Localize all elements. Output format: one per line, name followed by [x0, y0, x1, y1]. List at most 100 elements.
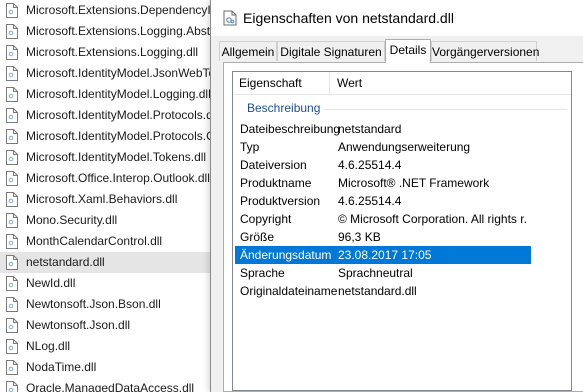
property-value: netstandard.dll — [338, 284, 417, 298]
property-row[interactable]: Originaldateiname netstandard.dll — [235, 282, 531, 300]
property-value: 4.6.25514.4 — [338, 158, 402, 172]
document-icon — [6, 3, 18, 18]
tab-digitale-signaturen[interactable]: Digitale Signaturen — [277, 41, 385, 61]
property-row[interactable]: Copyright © Microsoft Corporation. All ri… — [235, 210, 531, 228]
file-list-item[interactable]: Microsoft.Xaml.Behaviors.dll — [0, 189, 212, 210]
property-name: Produktversion — [240, 194, 321, 208]
file-list-item[interactable]: Oracle.ManagedDataAccess.dll — [0, 378, 212, 392]
document-icon — [6, 381, 18, 392]
file-list-item[interactable]: Microsoft.IdentityModel.Protocols.OpenId… — [0, 126, 212, 147]
document-icon — [6, 192, 18, 207]
document-icon — [6, 255, 18, 270]
document-icon — [6, 45, 18, 60]
file-name: Microsoft.IdentityModel.JsonWebTokens.dl… — [26, 66, 212, 80]
file-name: Microsoft.Xaml.Behaviors.dll — [26, 192, 178, 206]
property-name: Copyright — [240, 212, 292, 226]
property-value: netstandard — [338, 122, 402, 136]
tab-vorgaengerversionen[interactable]: Vorgängerversionen — [431, 41, 539, 61]
file-list-item[interactable]: Newtonsoft.Json.dll — [0, 315, 212, 336]
file-list-item[interactable]: Newtonsoft.Json.Bson.dll — [0, 294, 212, 315]
property-value: Sprachneutral — [338, 266, 413, 280]
property-value: Microsoft® .NET Framework — [338, 176, 490, 190]
property-row[interactable]: Sprache Sprachneutral — [235, 264, 531, 282]
file-list-item[interactable]: MonthCalendarControl.dll — [0, 231, 212, 252]
group-heading-label: Beschreibung — [247, 101, 321, 115]
document-icon — [6, 66, 18, 81]
tab-strip: Allgemein Digitale Signaturen Details Vo… — [219, 39, 583, 63]
document-icon — [6, 360, 18, 375]
column-separator[interactable] — [329, 72, 330, 94]
file-list-item[interactable]: NodaTime.dll — [0, 357, 212, 378]
file-name: NewId.dll — [26, 276, 76, 290]
property-name: Sprache — [240, 266, 285, 280]
group-heading: Beschreibung — [233, 100, 571, 118]
property-row[interactable]: Typ Anwendungserweiterung — [235, 138, 531, 156]
document-icon — [6, 129, 18, 144]
property-value: Anwendungserweiterung — [338, 140, 471, 154]
document-icon — [6, 318, 18, 333]
file-list-item[interactable]: Mono.Security.dll — [0, 210, 212, 231]
document-icon — [6, 234, 18, 249]
file-name: Microsoft.Extensions.DependencyInjection… — [26, 3, 212, 17]
file-name: Microsoft.Extensions.Logging.Abstraction… — [26, 24, 212, 38]
property-name: Größe — [240, 230, 275, 244]
property-name: Typ — [240, 140, 260, 154]
file-list-item[interactable]: Microsoft.Office.Interop.Outlook.dll — [0, 168, 212, 189]
file-list-item[interactable]: Microsoft.Extensions.DependencyInjection… — [0, 0, 212, 21]
dll-file-icon — [223, 10, 237, 26]
document-icon — [6, 171, 18, 186]
file-list-item[interactable]: Microsoft.IdentityModel.Logging.dll — [0, 84, 212, 105]
file-name: NodaTime.dll — [26, 360, 97, 374]
property-value: 23.08.2017 17:05 — [338, 248, 432, 262]
file-name: Microsoft.IdentityModel.Logging.dll — [26, 87, 211, 101]
document-icon — [6, 276, 18, 291]
property-list[interactable]: Eigenschaft Wert Beschreibung Dateibesch… — [232, 71, 572, 391]
file-name: Newtonsoft.Json.dll — [26, 318, 131, 332]
property-row[interactable]: Änderungsdatum 23.08.2017 17:05 — [235, 246, 531, 264]
dialog-title: Eigenschaften von netstandard.dll — [243, 10, 454, 26]
file-list-item[interactable]: NewId.dll — [0, 273, 212, 294]
file-list-item[interactable]: Microsoft.IdentityModel.Tokens.dll — [0, 147, 212, 168]
file-list-item[interactable]: Microsoft.IdentityModel.Protocols.dll — [0, 105, 212, 126]
property-row[interactable]: Dateibeschreibung netstandard — [235, 120, 531, 138]
dialog-title-bar[interactable]: Eigenschaften von netstandard.dll — [211, 0, 583, 36]
file-name: Microsoft.IdentityModel.Tokens.dll — [26, 150, 207, 164]
tab-allgemein[interactable]: Allgemein — [219, 41, 277, 61]
properties-dialog: Eigenschaften von netstandard.dll Allgem… — [210, 0, 583, 392]
file-list-item[interactable]: NLog.dll — [0, 336, 212, 357]
file-name: Microsoft.Office.Interop.Outlook.dll — [26, 171, 210, 185]
file-name: Oracle.ManagedDataAccess.dll — [26, 381, 195, 392]
property-name: Dateiversion — [240, 158, 307, 172]
property-row[interactable]: Produktname Microsoft® .NET Framework — [235, 174, 531, 192]
document-icon — [6, 87, 18, 102]
property-value: © Microsoft Corporation. All rights r... — [338, 212, 528, 226]
file-name: Microsoft.IdentityModel.Protocols.dll — [26, 108, 212, 122]
property-name: Originaldateiname — [240, 284, 338, 298]
document-icon — [6, 339, 18, 354]
property-name: Produktname — [240, 176, 312, 190]
column-header-value[interactable]: Wert — [337, 76, 362, 90]
file-list-item[interactable]: Microsoft.Extensions.Logging.dll — [0, 42, 212, 63]
property-row[interactable]: Dateiversion 4.6.25514.4 — [235, 156, 531, 174]
tab-details[interactable]: Details — [385, 39, 431, 63]
property-name: Änderungsdatum — [240, 248, 332, 262]
details-pane: Eigenschaft Wert Beschreibung Dateibesch… — [223, 62, 583, 392]
column-header-property[interactable]: Eigenschaft — [239, 76, 302, 90]
document-icon — [6, 297, 18, 312]
property-row[interactable]: Produktversion 4.6.25514.4 — [235, 192, 531, 210]
property-value: 96,3 KB — [338, 230, 381, 244]
property-value: 4.6.25514.4 — [338, 194, 402, 208]
property-name: Dateibeschreibung — [240, 122, 341, 136]
file-list: Microsoft.Extensions.DependencyInjection… — [0, 0, 212, 392]
file-name: Newtonsoft.Json.Bson.dll — [26, 297, 161, 311]
file-list-item[interactable]: Microsoft.IdentityModel.JsonWebTokens.dl… — [0, 63, 212, 84]
file-name: NLog.dll — [26, 339, 71, 353]
group-heading-line — [325, 109, 567, 110]
document-icon — [6, 213, 18, 228]
file-name: MonthCalendarControl.dll — [26, 234, 163, 248]
file-list-item[interactable]: Microsoft.Extensions.Logging.Abstraction… — [0, 21, 212, 42]
property-row[interactable]: Größe 96,3 KB — [235, 228, 531, 246]
file-list-item[interactable]: netstandard.dll — [0, 252, 212, 273]
list-header: Eigenschaft Wert — [233, 72, 571, 95]
file-name: Microsoft.IdentityModel.Protocols.OpenId… — [26, 129, 212, 143]
